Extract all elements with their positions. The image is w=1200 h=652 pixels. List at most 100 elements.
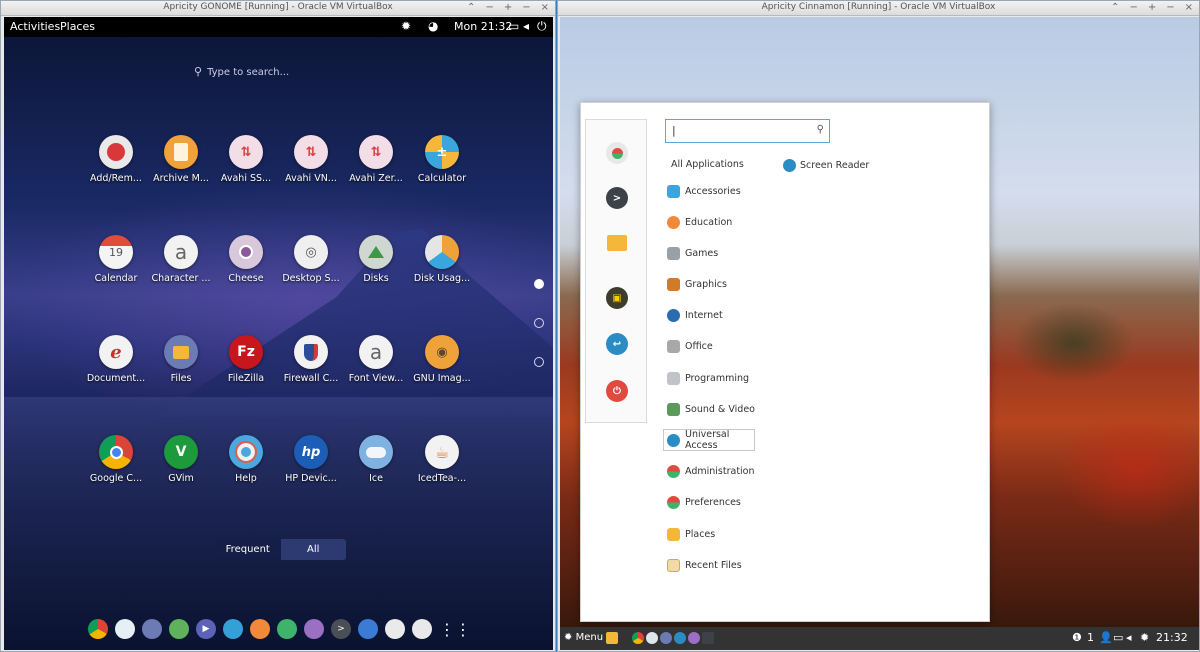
close-button[interactable]: × bbox=[1185, 1, 1193, 15]
accessibility-icon[interactable] bbox=[674, 632, 686, 644]
cloud-icon[interactable] bbox=[115, 619, 135, 639]
user-icon[interactable]: 👤 bbox=[1099, 631, 1113, 644]
app-avahi-ssh[interactable]: ⇅ Avahi SS... bbox=[215, 135, 277, 184]
app-gimp[interactable]: ◉ GNU Imag... bbox=[411, 335, 473, 384]
search-input[interactable]: | ⚲ bbox=[665, 119, 830, 143]
app-font-viewer[interactable]: a Font View... bbox=[345, 335, 407, 384]
document-icon[interactable] bbox=[223, 619, 243, 639]
app-calculator[interactable]: ± Calculator bbox=[411, 135, 473, 184]
volume-icon[interactable]: ◂ bbox=[523, 19, 529, 33]
app-hp-device-manager[interactable]: hp HP Devic... bbox=[280, 435, 342, 484]
restore-button[interactable]: − bbox=[1166, 1, 1174, 15]
category-administration[interactable]: Administration bbox=[667, 461, 827, 481]
collapse-button[interactable]: ⌃ bbox=[1111, 1, 1119, 15]
clock[interactable]: Mon 21:32 bbox=[454, 20, 512, 33]
app-indicator-icon[interactable]: ◕ bbox=[428, 19, 438, 33]
power-icon[interactable]: ⏻ bbox=[537, 19, 547, 34]
volume-icon[interactable]: ◂ bbox=[1126, 631, 1132, 644]
search-field[interactable]: ⚲ Type to search... bbox=[194, 65, 289, 78]
terminal-icon[interactable] bbox=[702, 632, 714, 644]
app-cheese[interactable]: Cheese bbox=[215, 235, 277, 284]
app-firewall-config[interactable]: Firewall C... bbox=[280, 335, 342, 384]
video-player-icon[interactable]: ▶ bbox=[196, 619, 216, 639]
category-office[interactable]: Office bbox=[667, 336, 827, 356]
app-desktop-sharing[interactable]: ◎ Desktop S... bbox=[280, 235, 342, 284]
screen-icon[interactable]: ▭ bbox=[1113, 631, 1123, 644]
folder-icon[interactable] bbox=[142, 619, 162, 639]
files-launcher-icon[interactable] bbox=[606, 632, 618, 644]
settings-gear-icon[interactable]: ✹ bbox=[401, 19, 411, 33]
spreadsheet-icon[interactable] bbox=[277, 619, 297, 639]
settings-icon[interactable] bbox=[385, 619, 405, 639]
app-google-chrome[interactable]: Google C... bbox=[85, 435, 147, 484]
app-character-map[interactable]: a Character ... bbox=[150, 235, 212, 284]
app-add-remove[interactable]: Add/Rem... bbox=[85, 135, 147, 184]
category-graphics[interactable]: Graphics bbox=[667, 274, 827, 294]
category-universal-access[interactable]: Universal Access bbox=[663, 429, 755, 451]
app-filezilla[interactable]: Fz FileZilla bbox=[215, 335, 277, 384]
chrome-icon[interactable] bbox=[88, 619, 108, 639]
power-icon[interactable]: ⏻ bbox=[606, 380, 628, 402]
clock[interactable]: 21:32 bbox=[1156, 631, 1188, 644]
activities-button[interactable]: Activities bbox=[10, 20, 60, 33]
minimize-button[interactable]: − bbox=[1129, 1, 1137, 15]
app-avahi-vnc[interactable]: ⇅ Avahi VN... bbox=[280, 135, 342, 184]
app-files[interactable]: Files bbox=[150, 335, 212, 384]
page-indicator-1[interactable] bbox=[534, 279, 544, 289]
category-games[interactable]: Games bbox=[667, 243, 827, 263]
app-avahi-zeroconf[interactable]: ⇅ Avahi Zer... bbox=[345, 135, 407, 184]
app-calendar[interactable]: 19 Calendar bbox=[85, 235, 147, 284]
screen-icon[interactable]: ▭ bbox=[508, 19, 519, 33]
menu-button[interactable]: ✹ Menu bbox=[564, 632, 603, 643]
page-indicator-3[interactable] bbox=[534, 357, 544, 367]
category-accessories[interactable]: Accessories bbox=[667, 181, 827, 201]
category-all-applications[interactable]: All Applications bbox=[671, 159, 744, 170]
terminal-icon[interactable]: > bbox=[606, 187, 628, 209]
close-button[interactable]: × bbox=[541, 1, 549, 15]
places-menu[interactable]: Places bbox=[60, 20, 95, 33]
app-document-viewer[interactable]: e Document... bbox=[85, 335, 147, 384]
category-recent-files[interactable]: Recent Files bbox=[667, 555, 827, 575]
tab-frequent[interactable]: Frequent bbox=[215, 539, 281, 560]
maximize-button[interactable]: + bbox=[1148, 1, 1156, 15]
folder-icon[interactable] bbox=[606, 232, 628, 254]
category-sound-video[interactable]: Sound & Video bbox=[667, 399, 827, 419]
category-places[interactable]: Places bbox=[667, 524, 827, 544]
app-disk-usage[interactable]: Disk Usag... bbox=[411, 235, 473, 284]
page-indicator-2[interactable] bbox=[534, 318, 544, 328]
category-internet[interactable]: Internet bbox=[667, 305, 827, 325]
image-viewer-icon[interactable] bbox=[169, 619, 189, 639]
text-editor-icon[interactable] bbox=[304, 619, 324, 639]
presentation-icon[interactable] bbox=[250, 619, 270, 639]
app-screen-reader[interactable]: Screen Reader bbox=[783, 159, 869, 172]
terminal-icon[interactable]: > bbox=[331, 619, 351, 639]
info-icon[interactable]: ❶ bbox=[1072, 631, 1082, 644]
category-preferences[interactable]: Preferences bbox=[667, 492, 827, 512]
folder-icon[interactable] bbox=[660, 632, 672, 644]
app-gvim[interactable]: V GVim bbox=[150, 435, 212, 484]
minimize-button[interactable]: − bbox=[485, 1, 493, 15]
vm-titlebar[interactable]: Apricity GONOME [Running] - Oracle VM Vi… bbox=[1, 1, 555, 16]
app-icedtea[interactable]: ☕ IcedTea-... bbox=[411, 435, 473, 484]
settings-gear-icon[interactable]: ✹ bbox=[1140, 631, 1149, 644]
software-icon[interactable] bbox=[412, 619, 432, 639]
workspace-switcher[interactable]: 1 bbox=[1087, 631, 1094, 644]
lock-screen-icon[interactable]: ▣ bbox=[606, 287, 628, 309]
tab-all[interactable]: All bbox=[280, 539, 346, 560]
text-editor-icon[interactable] bbox=[688, 632, 700, 644]
restore-button[interactable]: − bbox=[522, 1, 530, 15]
category-education[interactable]: Education bbox=[667, 212, 827, 232]
logout-icon[interactable]: ↩ bbox=[606, 333, 628, 355]
app-ice[interactable]: Ice bbox=[345, 435, 407, 484]
show-applications-icon[interactable]: ⋮⋮ bbox=[439, 620, 471, 639]
app-archive-manager[interactable]: Archive M... bbox=[150, 135, 212, 184]
settings-toggle-icon[interactable] bbox=[606, 142, 628, 164]
maximize-button[interactable]: + bbox=[504, 1, 512, 15]
virtualbox-icon[interactable] bbox=[358, 619, 378, 639]
chrome-icon[interactable] bbox=[632, 632, 644, 644]
cloud-icon[interactable] bbox=[646, 632, 658, 644]
category-programming[interactable]: Programming bbox=[667, 368, 827, 388]
app-help[interactable]: Help bbox=[215, 435, 277, 484]
vm-titlebar[interactable]: Apricity Cinnamon [Running] - Oracle VM … bbox=[558, 1, 1199, 16]
collapse-button[interactable]: ⌃ bbox=[467, 1, 475, 15]
